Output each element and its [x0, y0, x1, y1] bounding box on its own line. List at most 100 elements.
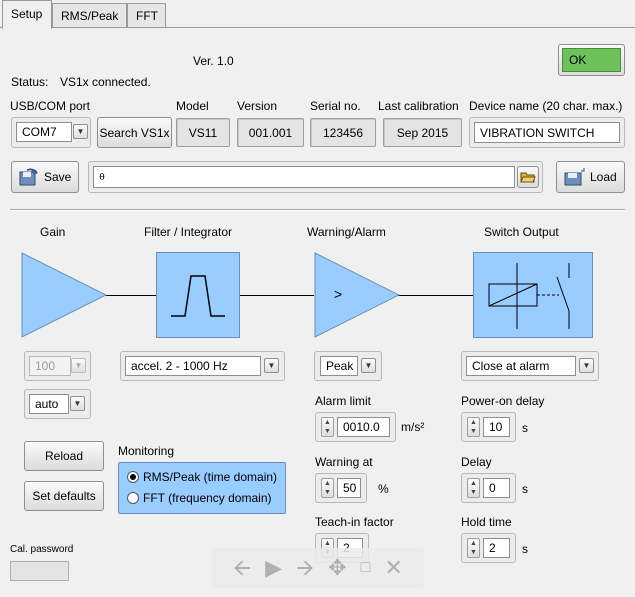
port-label: USB/COM port [10, 99, 91, 113]
warning-title: Warning/Alarm [307, 225, 386, 239]
filter-title: Filter / Integrator [144, 225, 233, 239]
chevron-down-icon[interactable]: ▼ [71, 358, 86, 373]
serial-field: 123456 [310, 118, 376, 147]
cal-password-input[interactable] [10, 561, 69, 581]
radio-rms-peak[interactable]: RMS/Peak (time domain) [127, 470, 277, 484]
switch-mode-select[interactable]: Close at alarm [466, 356, 576, 376]
hold-time-unit: s [522, 542, 528, 556]
filter-block [156, 252, 240, 338]
version-field: 001.001 [237, 118, 304, 147]
status-label: Status: [11, 75, 49, 89]
divider [10, 209, 625, 211]
warning-at-label: Warning at [315, 455, 373, 469]
ok-indicator: OK [562, 48, 621, 72]
save-label: Save [44, 170, 72, 184]
move-icon[interactable]: ✥ [328, 557, 346, 579]
chevron-down-icon[interactable]: ▼ [579, 358, 594, 373]
hold-time-label: Hold time [461, 515, 512, 529]
model-label: Model [176, 99, 209, 113]
switch-mode-value: Close at alarm [472, 359, 550, 373]
switch-block [473, 252, 593, 338]
alarm-unit: m/s² [401, 420, 425, 434]
chevron-down-icon[interactable]: ▼ [70, 396, 85, 411]
gain-amplifier-icon [21, 252, 107, 338]
reload-button[interactable]: Reload [24, 441, 104, 471]
power-on-unit: s [522, 421, 528, 435]
chevron-down-icon[interactable]: ▼ [264, 358, 279, 373]
wire-3 [398, 295, 473, 296]
port-select[interactable]: COM7 [16, 122, 72, 142]
version-text: Ver. 1.0 [193, 54, 234, 68]
radio-fft[interactable]: FFT (frequency domain) [127, 491, 272, 505]
ok-button[interactable]: OK [558, 44, 625, 76]
device-name-input[interactable]: VIBRATION SWITCH [474, 122, 620, 143]
monitoring-label: Monitoring [118, 444, 175, 458]
radio-unselected-icon [127, 492, 139, 504]
teach-in-label: Teach-in factor [315, 515, 394, 529]
search-vs1x-button[interactable]: Search VS1x [97, 117, 172, 148]
spinner-icon[interactable]: ▲▼ [321, 478, 334, 498]
chevron-down-icon[interactable]: ▼ [73, 124, 88, 139]
arrow-right-icon[interactable]: 🡪 [296, 557, 314, 579]
tab-setup[interactable]: Setup [2, 0, 52, 29]
status-text: VS1x connected. [60, 75, 151, 89]
path-input[interactable]: ⍬ [93, 166, 515, 188]
monitoring-radio-group: RMS/Peak (time domain) FFT (frequency do… [118, 462, 286, 514]
warning-unit: % [378, 482, 389, 496]
gain-mode-value: auto [35, 397, 59, 411]
comparator-icon: > [314, 252, 400, 338]
filter-select[interactable]: accel. 2 - 1000 Hz [125, 356, 261, 376]
arrow-left-icon[interactable]: 🡨 [233, 557, 251, 579]
wire-1 [106, 295, 156, 296]
square-icon[interactable]: □ [361, 557, 371, 579]
folder-open-icon[interactable] [517, 166, 539, 188]
delay-input[interactable]: 0 [483, 478, 510, 498]
tab-rms-peak[interactable]: RMS/Peak [52, 3, 127, 28]
filter-value: accel. 2 - 1000 Hz [131, 359, 228, 373]
delay-label: Delay [461, 455, 492, 469]
gain-value-select[interactable]: 100 [29, 356, 71, 376]
reload-label: Reload [44, 449, 84, 463]
load-disk-icon [562, 167, 586, 187]
path-glyph-icon: ⍬ [99, 171, 105, 183]
spinner-icon[interactable]: ▲▼ [467, 538, 480, 558]
tab-fft[interactable]: FFT [127, 3, 166, 28]
calibration-value: Sep 2015 [396, 125, 449, 140]
peak-mode-select[interactable]: Peak [320, 356, 358, 376]
power-on-input[interactable]: 10 [483, 417, 510, 437]
radio-fft-label: FFT (frequency domain) [143, 491, 272, 505]
spinner-icon[interactable]: ▲▼ [321, 417, 334, 437]
tab-fft-label: FFT [136, 9, 158, 23]
model-field: VS11 [176, 118, 230, 147]
search-vs1x-label: Search VS1x [99, 125, 170, 140]
warning-at-input[interactable]: 50 [337, 478, 361, 498]
alarm-limit-input[interactable]: 0010.0 [337, 417, 390, 437]
load-button[interactable]: Load [556, 161, 625, 193]
ok-label: OK [569, 53, 587, 67]
port-value: COM7 [22, 125, 57, 139]
device-name-value: VIBRATION SWITCH [480, 125, 595, 140]
hold-time-input[interactable]: 2 [483, 538, 510, 558]
spinner-icon[interactable]: ▲▼ [467, 417, 480, 437]
serial-value: 123456 [322, 125, 364, 140]
hold-time-value: 2 [489, 541, 496, 555]
close-icon[interactable]: ✕ [384, 557, 402, 579]
svg-text:>: > [334, 286, 342, 302]
peak-mode-value: Peak [326, 359, 354, 373]
serial-label: Serial no. [310, 99, 361, 113]
tab-setup-label: Setup [11, 7, 43, 21]
save-button[interactable]: Save [11, 161, 79, 193]
play-icon[interactable]: ▶ [265, 557, 282, 579]
chevron-down-icon[interactable]: ▼ [361, 358, 376, 373]
tab-bar: Setup RMS/Peak FFT [0, 0, 635, 29]
gain-mode-select[interactable]: auto [29, 394, 69, 414]
switch-title: Switch Output [484, 225, 559, 239]
radio-selected-icon [127, 471, 139, 483]
alarm-limit-label: Alarm limit [315, 394, 371, 408]
delay-value: 0 [489, 481, 496, 495]
power-on-delay-label: Power-on delay [461, 394, 545, 408]
spinner-icon[interactable]: ▲▼ [467, 478, 480, 498]
gain-value: 100 [35, 359, 56, 373]
set-defaults-button[interactable]: Set defaults [24, 481, 104, 511]
version-value: 001.001 [248, 125, 293, 140]
